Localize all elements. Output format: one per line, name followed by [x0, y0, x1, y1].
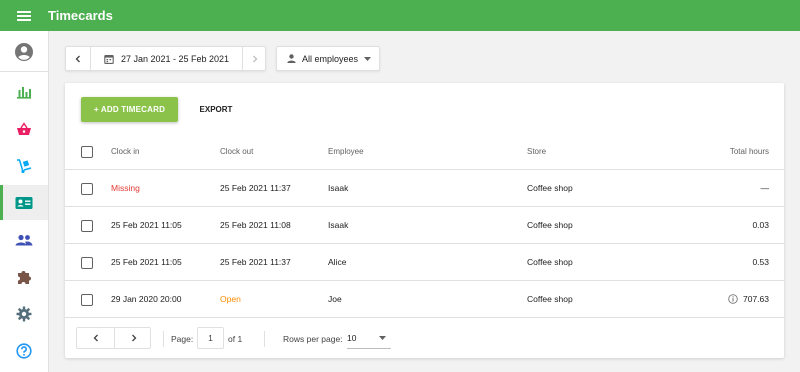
help-icon: [16, 342, 32, 359]
date-range-label: 27 Jan 2021 - 25 Feb 2021: [120, 53, 230, 64]
row-checkbox[interactable]: [81, 257, 93, 269]
rows-per-page-value: 10: [347, 332, 357, 343]
divider: [264, 331, 265, 347]
sidebar-divider: [0, 71, 48, 72]
table-header: Clock in Clock out Employee Store Total …: [65, 133, 784, 170]
app-bar: Timecards: [0, 0, 800, 31]
row-checkbox[interactable]: [81, 183, 93, 195]
page-number-input[interactable]: 1: [197, 327, 224, 349]
menu-icon: [17, 10, 31, 21]
chevron-left-icon: [75, 55, 80, 62]
rows-per-page-select[interactable]: 10: [347, 327, 391, 349]
employee-select[interactable]: All employees: [276, 46, 380, 71]
export-button[interactable]: EXPORT: [187, 97, 245, 122]
total-hours-cell: 0.53: [752, 257, 769, 267]
total-hours-value: 707.63: [743, 294, 769, 304]
clock-in-cell: 25 Feb 2021 11:05: [111, 257, 182, 267]
total-hours-cell: 0.03: [752, 220, 769, 230]
sidebar-item-sales[interactable]: [0, 111, 48, 146]
rows-per-page-label: Rows per page:: [283, 334, 343, 344]
prev-page-button[interactable]: [77, 328, 114, 348]
clock-out-cell: 25 Feb 2021 11:37: [220, 257, 291, 267]
date-prev-button[interactable]: [66, 47, 90, 70]
page-count-label: of 1: [228, 334, 243, 344]
menu-button[interactable]: [0, 0, 48, 31]
header-clock-out[interactable]: Clock out: [220, 133, 253, 169]
dropdown-arrow-icon: [379, 336, 386, 340]
employee-cell: Joe: [328, 294, 342, 304]
chevron-right-icon: [131, 334, 136, 342]
clock-out-cell: 25 Feb 2021 11:08: [220, 220, 291, 230]
employee-cell: Isaak: [328, 183, 349, 193]
employee-cell: Isaak: [328, 220, 349, 230]
gear-icon: [16, 306, 32, 321]
sidebar-item-integrations[interactable]: [0, 259, 48, 294]
header-total-hours[interactable]: Total hours: [730, 133, 769, 169]
bar-chart-icon: [17, 86, 31, 99]
page-label: Page:: [171, 334, 194, 344]
store-cell: Coffee shop: [527, 294, 573, 304]
add-timecard-button[interactable]: + ADD TIMECARD: [81, 97, 178, 122]
total-hours-cell: —: [760, 183, 770, 193]
table-row[interactable]: 25 Feb 2021 11:05 25 Feb 2021 11:37 Alic…: [65, 244, 784, 281]
clock-in-cell: 25 Feb 2021 11:05: [111, 220, 182, 230]
total-hours-cell: 707.63: [728, 281, 769, 317]
person-icon: [287, 54, 296, 63]
store-cell: Coffee shop: [527, 220, 573, 230]
sidebar-item-employees[interactable]: [0, 185, 48, 220]
header-employee[interactable]: Employee: [328, 133, 364, 169]
sidebar-item-reports[interactable]: [0, 74, 48, 109]
employee-select-content: All employees: [277, 47, 381, 70]
header-clock-in[interactable]: Clock in: [111, 133, 139, 169]
calendar-icon: [104, 54, 114, 64]
people-icon: [15, 234, 33, 245]
clock-in-cell: 29 Jan 2020 20:00: [111, 294, 182, 304]
next-page-button[interactable]: [115, 328, 152, 348]
hand-truck-icon: [17, 158, 32, 173]
sidebar-item-settings[interactable]: [0, 296, 48, 331]
table-row[interactable]: 25 Feb 2021 11:05 25 Feb 2021 11:08 Isaa…: [65, 207, 784, 244]
table-row[interactable]: 29 Jan 2020 20:00 Open Joe Coffee shop 7…: [65, 281, 784, 318]
table-row[interactable]: Missing 25 Feb 2021 11:37 Isaak Coffee s…: [65, 170, 784, 207]
clock-in-cell: Missing: [111, 183, 140, 193]
pagination: Page: 1 of 1 Rows per page: 10: [65, 323, 784, 358]
chevron-right-icon: [253, 55, 258, 62]
sidebar-item-account[interactable]: [0, 34, 48, 69]
clock-out-cell: Open: [220, 294, 241, 304]
employee-select-value: All employees: [301, 53, 359, 64]
timecards-card: + ADD TIMECARD EXPORT Clock in Clock out…: [65, 83, 784, 358]
select-all-checkbox[interactable]: [81, 146, 93, 158]
header-store[interactable]: Store: [527, 133, 546, 169]
clock-out-cell: 25 Feb 2021 11:37: [220, 183, 291, 193]
puzzle-icon: [18, 270, 31, 284]
basket-icon: [17, 121, 31, 135]
account-circle-icon: [15, 42, 33, 61]
sidebar-item-help[interactable]: [0, 333, 48, 368]
info-icon[interactable]: [728, 294, 738, 304]
page-title: Timecards: [48, 8, 113, 23]
sidebar: [0, 31, 49, 372]
row-checkbox[interactable]: [81, 294, 93, 306]
date-range-filter: 27 Jan 2021 - 25 Feb 2021: [65, 46, 266, 71]
date-next-button[interactable]: [243, 47, 267, 70]
sidebar-item-customers[interactable]: [0, 222, 48, 257]
chevron-left-icon: [93, 334, 98, 342]
store-cell: Coffee shop: [527, 183, 573, 193]
divider: [163, 331, 164, 347]
employee-cell: Alice: [328, 257, 347, 267]
store-cell: Coffee shop: [527, 257, 573, 267]
row-checkbox[interactable]: [81, 220, 93, 232]
page-nav: [76, 327, 151, 349]
date-range-picker[interactable]: 27 Jan 2021 - 25 Feb 2021: [91, 47, 242, 70]
badge-icon: [15, 196, 33, 209]
dropdown-arrow-icon: [364, 56, 372, 61]
sidebar-item-inventory[interactable]: [0, 148, 48, 183]
